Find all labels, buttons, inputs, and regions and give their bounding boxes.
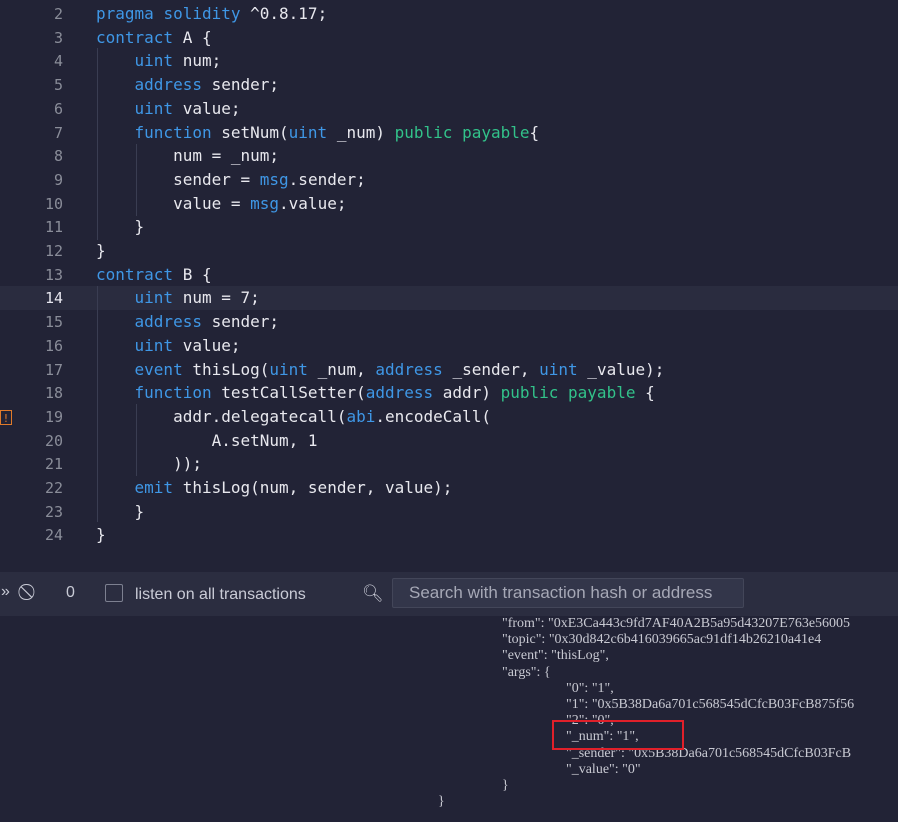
code-line[interactable]: 14 uint num = 7; — [0, 286, 898, 311]
line-number: 17 — [44, 360, 63, 379]
console-log-line: } — [502, 778, 509, 793]
code-line[interactable]: 19 addr.delegatecall(abi.encodeCall( — [0, 405, 898, 429]
line-number: 4 — [53, 52, 63, 71]
code-line[interactable]: 11 } — [0, 215, 898, 239]
code-text: emit thisLog(num, sender, value); — [134, 478, 453, 497]
code-line[interactable]: 18 function testCallSetter(address addr)… — [0, 381, 898, 405]
indent-guide — [97, 48, 98, 240]
line-number: 7 — [53, 123, 63, 142]
code-line[interactable]: 24} — [0, 523, 898, 547]
code-line[interactable]: 9 sender = msg.sender; — [0, 168, 898, 192]
code-line[interactable]: 23 } — [0, 500, 898, 524]
listen-all-transactions-label: listen on all transactions — [135, 586, 306, 603]
console-log-line: "0": "1", — [566, 680, 614, 696]
console-log-line: } — [438, 794, 445, 810]
console-log-line: "1": "0x5B38Da6a701c568545dCfcB03FcB875f… — [566, 697, 855, 712]
code-text: address sender; — [134, 312, 280, 332]
line-number: 22 — [44, 479, 63, 497]
code-text: } — [96, 501, 145, 521]
line-number: 13 — [44, 265, 63, 284]
code-line[interactable]: 6 uint value; — [0, 97, 898, 121]
console-log-line: "event": "thisLog", — [502, 648, 609, 664]
line-number: 9 — [53, 170, 63, 189]
line-number: 14 — [44, 289, 63, 308]
code-line[interactable]: 13 contract B { — [0, 263, 898, 287]
code-line[interactable]: 2 pragma solidity ^0.8.17; — [0, 2, 898, 26]
code-text: } — [96, 525, 106, 545]
line-number: 11 — [44, 218, 63, 237]
code-line[interactable]: 12} — [0, 239, 898, 263]
indent-guide — [136, 144, 137, 216]
warning-icon[interactable]: ! — [0, 410, 12, 425]
line-number: 21 — [44, 455, 63, 474]
line-number: 10 — [44, 194, 63, 213]
code-text: } — [96, 217, 145, 237]
line-number: 16 — [44, 336, 63, 355]
code-text: value = msg.value; — [96, 193, 347, 213]
code-editor[interactable]: 2 pragma solidity ^0.8.17; 3 contract A {4 … — [0, 0, 898, 572]
code-line[interactable]: 22 emit thisLog(num, sender, value); — [0, 476, 898, 500]
line-number: 8 — [53, 147, 63, 166]
line-number: 3 — [53, 28, 63, 47]
line-number: 2 — [53, 5, 63, 23]
console-log-line: "from": "0xE3Ca443c9fd7AF40A2B5a95d43207… — [502, 616, 851, 631]
code-text: uint value; — [134, 98, 241, 118]
line-number: 23 — [44, 502, 63, 521]
line-number: 6 — [53, 99, 63, 118]
search-icon: 🔍︎ — [362, 584, 384, 603]
code-text: uint value; — [134, 335, 241, 355]
code-line[interactable]: 17 event thisLog(uint _num, address _sen… — [0, 358, 898, 382]
code-text: contract B { — [96, 264, 212, 284]
line-number: 18 — [44, 384, 63, 403]
pending-transactions-count: 0 — [66, 584, 75, 601]
code-text: address sender; — [134, 75, 280, 95]
code-line[interactable]: 8 num = _num; — [0, 144, 898, 168]
code-text: A.setNum, 1 — [96, 430, 318, 450]
line-number: 12 — [44, 242, 63, 260]
code-line[interactable]: 3 contract A { — [0, 26, 898, 50]
code-text: function testCallSetter(address addr) pu… — [134, 383, 655, 403]
code-text: uint num; — [134, 51, 222, 71]
listen-all-transactions-checkbox[interactable] — [105, 584, 123, 602]
code-text: function setNum(uint _num) public payabl… — [134, 122, 540, 142]
transaction-search-input[interactable]: Search with transaction hash or address — [392, 578, 744, 608]
line-number: 24 — [44, 526, 63, 545]
line-number: 5 — [53, 76, 63, 95]
code-text: num = _num; — [96, 146, 280, 166]
terminal-console-output: "from": "0xE3Ca443c9fd7AF40A2B5a95d43207… — [0, 616, 898, 822]
console-log-line: "_value": "0" — [566, 761, 641, 777]
console-log-line: "args": { — [502, 664, 551, 680]
code-line[interactable]: 7 function setNum(uint _num) public paya… — [0, 121, 898, 145]
code-line[interactable]: 21 )); — [0, 452, 898, 476]
line-number: 20 — [44, 431, 63, 450]
collapse-terminal-icon[interactable]: » — [1, 583, 10, 601]
highlight-annotation-box — [552, 720, 684, 750]
code-line[interactable]: 20 A.setNum, 1 — [0, 429, 898, 453]
code-line[interactable]: 5 address sender; — [0, 73, 898, 97]
code-text: uint num = 7; — [134, 288, 260, 308]
terminal-toolbar: » ⃠ 0 listen on all transactions 🔍︎ Sear… — [0, 572, 898, 616]
code-text: contract A { — [96, 27, 212, 47]
code-line[interactable]: 10 value = msg.value; — [0, 192, 898, 216]
indent-guide — [136, 404, 137, 476]
code-text: pragma solidity ^0.8.17; — [96, 4, 328, 23]
indent-guide — [97, 286, 98, 522]
code-text: event thisLog(uint _num, address _sender… — [134, 359, 665, 379]
line-number: 15 — [44, 313, 63, 332]
code-text: } — [96, 241, 106, 260]
console-log-line: "topic": "0x30d842c6b416039665ac91df14b2… — [502, 632, 822, 648]
code-text: )); — [96, 454, 202, 474]
code-line[interactable]: 15 address sender; — [0, 310, 898, 334]
code-line[interactable]: 16 uint value; — [0, 334, 898, 358]
code-text: addr.delegatecall(abi.encodeCall( — [96, 406, 491, 426]
code-line[interactable]: 4 uint num; — [0, 49, 898, 73]
